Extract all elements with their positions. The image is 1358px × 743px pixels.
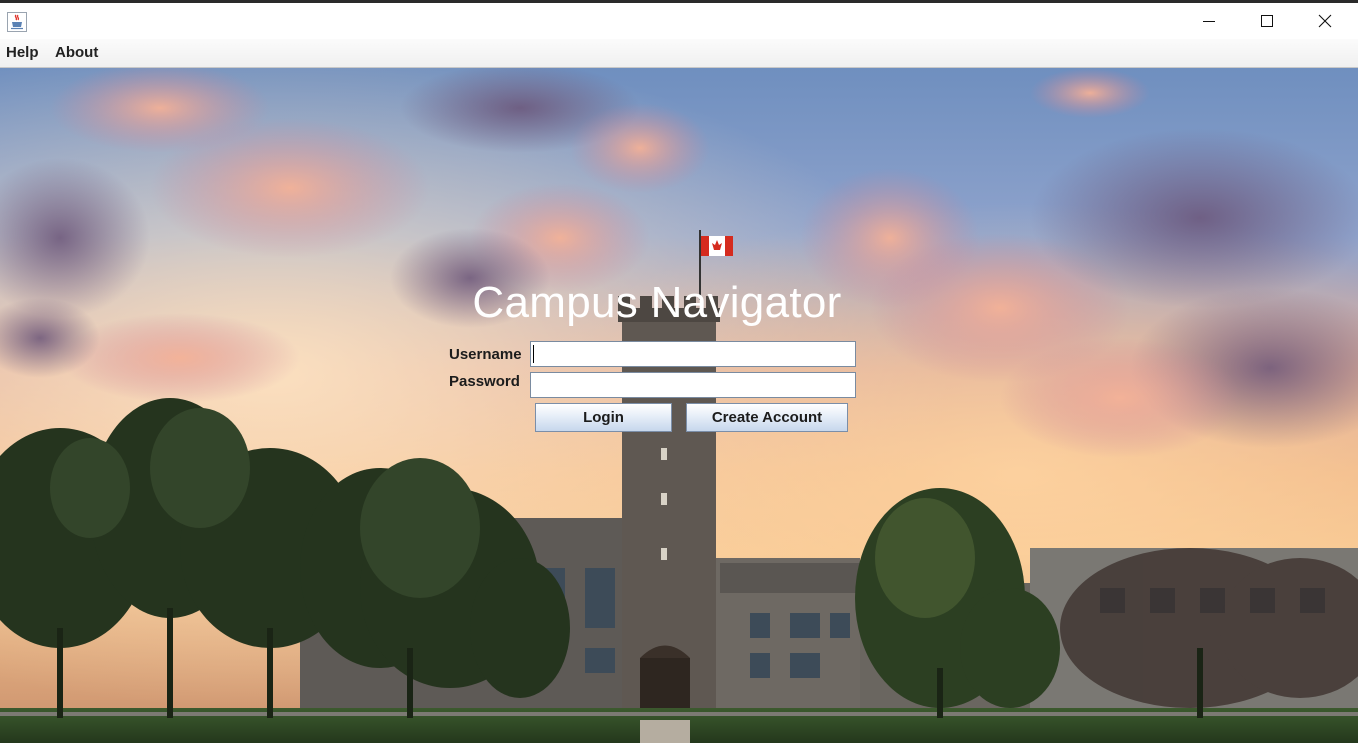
close-icon [1318,14,1332,28]
maximize-button[interactable] [1238,3,1296,39]
minimize-button[interactable] [1180,3,1238,39]
password-field[interactable] [530,372,856,398]
campus-background-image [0,68,1358,743]
menu-help[interactable]: Help [6,44,39,61]
password-label: Password [449,373,520,390]
java-cup-icon [7,12,27,32]
title-bar[interactable] [0,3,1358,39]
menu-bar: Help About [0,39,1358,68]
username-label: Username [449,346,522,363]
maximize-icon [1261,15,1273,27]
minimize-icon [1203,21,1215,22]
create-account-button[interactable]: Create Account [686,403,848,432]
close-button[interactable] [1296,3,1354,39]
login-button[interactable]: Login [535,403,672,432]
username-field[interactable] [530,341,856,367]
app-title: Campus Navigator [472,278,842,327]
text-caret [533,345,534,363]
menu-about[interactable]: About [55,44,98,61]
